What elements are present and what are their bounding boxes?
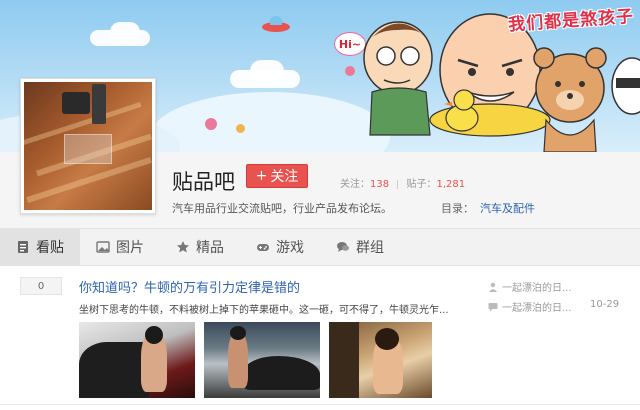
- image-icon: [96, 241, 110, 253]
- heel-pad: [64, 134, 112, 164]
- cloud-decoration: [250, 60, 284, 82]
- plus-icon: +: [255, 168, 268, 184]
- divider: [0, 404, 640, 405]
- forum-avatar[interactable]: [20, 78, 156, 214]
- last-replier-name: 一起漂泊的日...: [502, 303, 572, 314]
- chat-icon: [337, 242, 349, 252]
- tab-threads[interactable]: 看贴: [0, 229, 80, 265]
- model-hair: [145, 326, 163, 344]
- last-reply-time: 10-29: [590, 299, 620, 310]
- divider: [397, 179, 399, 189]
- thread-image-thumbnail[interactable]: [204, 322, 320, 398]
- ufo-dome: [270, 16, 282, 25]
- balloon-decoration: [236, 124, 245, 133]
- model-hair: [230, 326, 246, 340]
- post-count-label: 贴子：: [406, 179, 437, 190]
- pedal-shape: [62, 92, 90, 114]
- model-hair: [375, 328, 399, 350]
- balloon-decoration: [205, 118, 217, 130]
- hill-decoration: [150, 92, 390, 152]
- tab-featured[interactable]: 精品: [160, 229, 240, 265]
- forum-stats: 关注：138 贴子：1,281: [340, 175, 465, 190]
- document-icon: [18, 241, 28, 253]
- tab-label: 群组: [356, 240, 384, 256]
- car-interior-shape: [329, 322, 359, 398]
- flower-decoration: [345, 66, 355, 76]
- cloud-decoration: [110, 22, 140, 42]
- car-interior-shape: [79, 342, 149, 398]
- forum-catalog: 目录： 汽车及配件: [441, 200, 535, 216]
- catalog-link[interactable]: 汽车及配件: [480, 202, 535, 215]
- thread-title-link[interactable]: 你知道吗？牛顿的万有引力定律是错的: [79, 277, 300, 296]
- tab-games[interactable]: 游戏: [240, 229, 320, 265]
- pedal-shape: [92, 84, 106, 124]
- catalog-label: 目录：: [441, 202, 474, 215]
- tab-label: 图片: [116, 240, 144, 256]
- thread-image-thumbnail[interactable]: [329, 322, 432, 398]
- tab-label: 游戏: [276, 240, 304, 256]
- thread-excerpt: 坐树下思考的牛顿，不料被树上掉下的苹果砸中。这一砸，可不得了，牛顿灵光乍...: [79, 305, 449, 316]
- post-count: 1,281: [436, 179, 466, 190]
- thread-author[interactable]: 一起漂泊的日...: [488, 279, 572, 294]
- follow-count: 138: [370, 179, 390, 190]
- car-shape: [244, 356, 320, 390]
- tab-groups[interactable]: 群组: [320, 229, 400, 265]
- thread-image-thumbnail[interactable]: [79, 322, 195, 398]
- follow-count-label: 关注：: [340, 179, 370, 190]
- forum-name: 贴品吧: [172, 170, 235, 194]
- gamepad-icon: [257, 244, 269, 251]
- author-name: 一起漂泊的日...: [502, 283, 572, 294]
- forum-tabs: 看贴 图片 精品 游戏 群组: [0, 228, 640, 266]
- user-icon: [489, 282, 497, 292]
- tab-images[interactable]: 图片: [80, 229, 160, 265]
- tab-label: 精品: [196, 240, 224, 256]
- car-mat-photo: [24, 82, 152, 210]
- reply-count-badge: 0: [20, 277, 62, 295]
- tab-label: 看贴: [36, 240, 64, 256]
- reply-icon: [488, 302, 498, 311]
- thread-last-replier[interactable]: 一起漂泊的日...: [488, 299, 572, 314]
- follow-label: 关注: [270, 169, 299, 185]
- forum-description: 汽车用品行业交流贴吧，行业产品发布论坛。: [172, 202, 392, 215]
- model-figure: [228, 332, 248, 388]
- follow-button[interactable]: + 关注: [246, 164, 308, 188]
- star-icon: [177, 241, 189, 253]
